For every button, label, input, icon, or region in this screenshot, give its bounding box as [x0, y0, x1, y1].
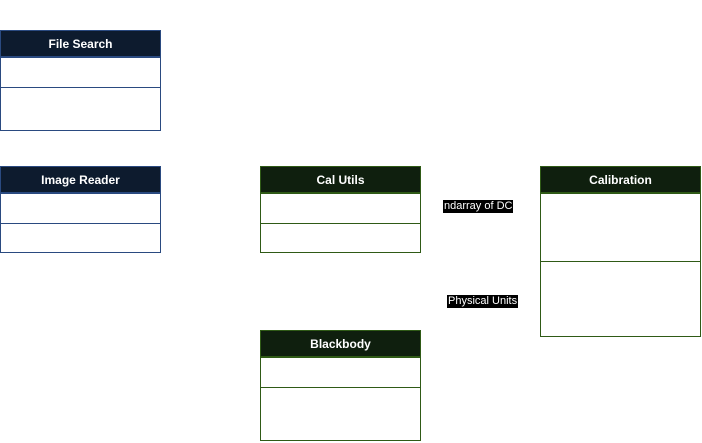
class-title: Image Reader: [1, 167, 160, 193]
methods-section: [261, 223, 420, 253]
class-title: Cal Utils: [261, 167, 420, 193]
methods-section: [261, 387, 420, 441]
edge-label-dc-array: ndarray of DC: [443, 200, 514, 213]
class-file-search[interactable]: File Search: [0, 30, 161, 131]
class-image-reader[interactable]: Image Reader: [0, 166, 161, 253]
class-cal-utils[interactable]: Cal Utils: [260, 166, 421, 253]
class-calibration[interactable]: Calibration: [540, 166, 701, 337]
edge-label-physical-units: Physical Units: [447, 295, 519, 308]
class-title: Blackbody: [261, 331, 420, 357]
class-title: Calibration: [541, 167, 700, 193]
class-title: File Search: [1, 31, 160, 57]
attributes-section: [541, 193, 700, 261]
methods-section: [1, 87, 160, 131]
attributes-section: [261, 357, 420, 387]
attributes-section: [1, 193, 160, 223]
methods-section: [1, 223, 160, 253]
attributes-section: [261, 193, 420, 223]
attributes-section: [1, 57, 160, 87]
methods-section: [541, 261, 700, 337]
class-blackbody[interactable]: Blackbody: [260, 330, 421, 441]
